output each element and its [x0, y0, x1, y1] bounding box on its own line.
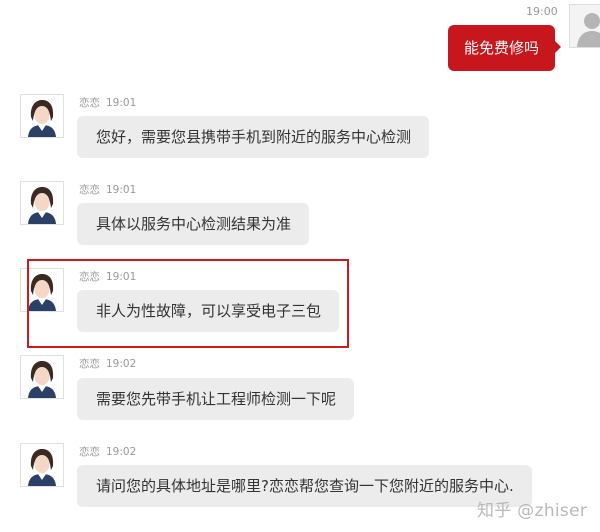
agent-message-text: 需要您先带手机让工程师检测一下呢: [96, 390, 337, 408]
agent-message-meta: 恋恋 19:01: [79, 95, 136, 110]
agent-message-bubble: 需要您先带手机让工程师检测一下呢: [77, 378, 355, 420]
agent-message-text: 您好，需要您县携带手机到附近的服务中心检测: [96, 128, 412, 146]
user-message-text: 能免费修吗: [463, 39, 539, 57]
user-message-time: 19:00: [526, 5, 558, 18]
user-avatar-icon[interactable]: [569, 4, 600, 48]
agent-avatar-icon[interactable]: [20, 181, 64, 225]
agent-message-meta: 恋恋 19:02: [79, 356, 136, 371]
agent-name: 恋恋: [79, 446, 100, 458]
agent-name: 恋恋: [79, 97, 100, 109]
user-message-bubble: 能免费修吗: [448, 25, 561, 71]
agent-avatar-icon[interactable]: [20, 355, 64, 399]
agent-message-time: 19:01: [106, 184, 137, 196]
agent-message-meta: 恋恋 19:02: [79, 444, 136, 459]
agent-avatar-icon[interactable]: [20, 94, 64, 138]
agent-message-bubble: 请问您的具体地址是哪里?恋恋帮您查询一下您附近的服务中心.: [77, 465, 532, 507]
agent-name: 恋恋: [79, 358, 100, 370]
agent-message-text: 具体以服务中心检测结果为准: [96, 215, 292, 233]
watermark: 知乎 @zhiser: [477, 501, 588, 521]
highlight-box: [27, 259, 349, 348]
agent-message-time: 19:01: [106, 97, 137, 109]
agent-message-text: 请问您的具体地址是哪里?恋恋帮您查询一下您附近的服务中心.: [96, 477, 514, 495]
agent-avatar-icon[interactable]: [20, 443, 64, 487]
agent-name: 恋恋: [79, 184, 100, 196]
agent-message-time: 19:02: [106, 358, 137, 370]
chat-area: 19:00 能免费修吗 恋恋 19:01 您好，需要您县携带手机到附近的服务中心检…: [0, 0, 600, 532]
agent-message-bubble: 具体以服务中心检测结果为准: [77, 203, 310, 245]
agent-message-time: 19:02: [106, 446, 137, 458]
agent-message-bubble: 您好，需要您县携带手机到附近的服务中心检测: [77, 116, 430, 158]
agent-message-meta: 恋恋 19:01: [79, 182, 136, 197]
